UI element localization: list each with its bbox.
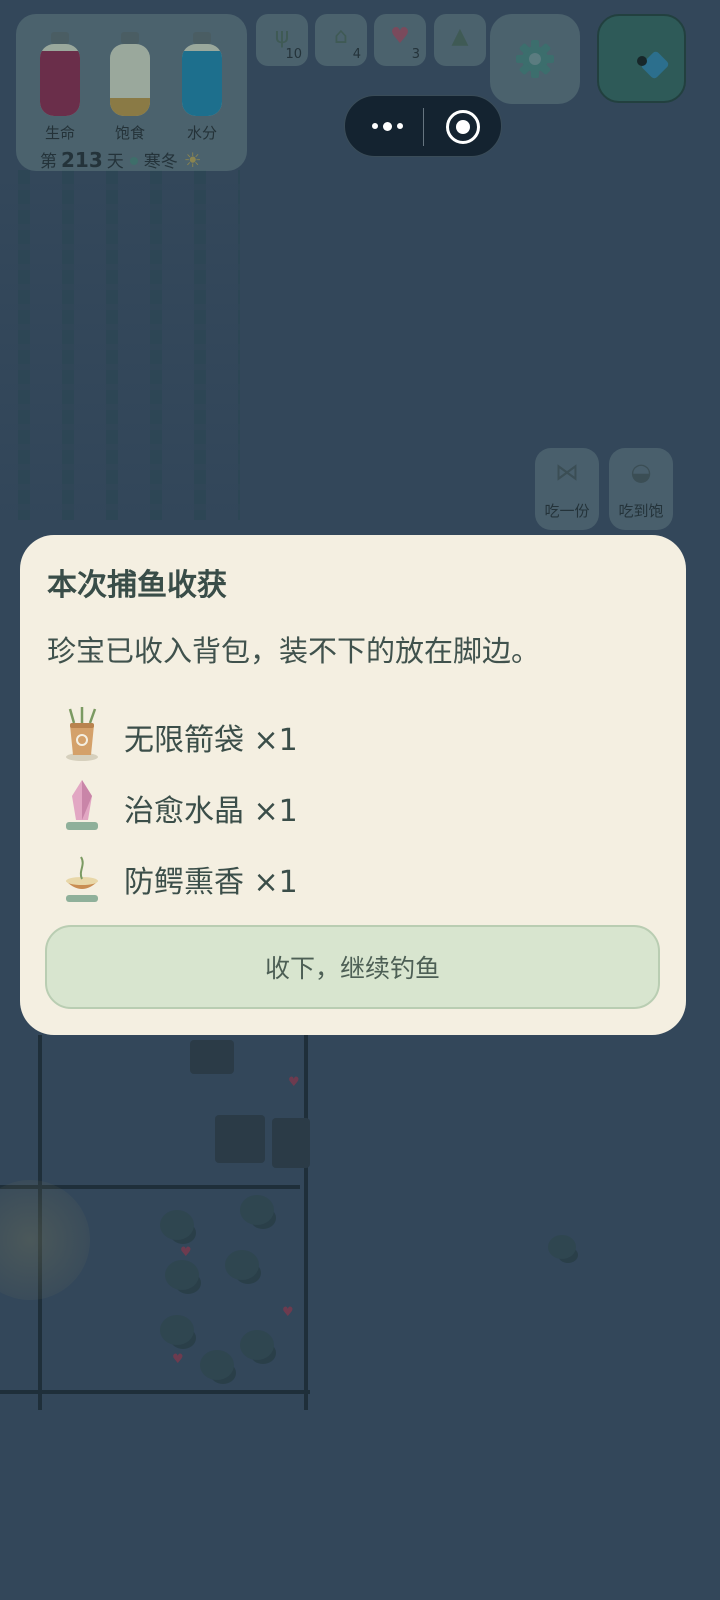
life-label: 生命 [44,124,75,142]
hut-resource-button[interactable]: ⌂ 4 [315,14,367,66]
season-dot-icon [129,157,138,165]
accept-continue-fishing-button[interactable]: 收下，继续钓鱼 [45,925,660,1009]
close-miniprogram-icon[interactable] [446,110,480,144]
eat-one-label: 吃一份 [544,502,590,520]
quiver-icon [58,705,106,765]
life-bottle-icon [38,32,82,118]
day-suffix: 天 [106,152,124,172]
pot-icon: ◒ [630,458,652,486]
hut-icon: ⌂ [334,24,348,49]
eat-one-button[interactable]: ⋈ 吃一份 [535,448,599,530]
eat-full-button[interactable]: ◒ 吃到饱 [609,448,673,530]
fishing-reward-dialog: 本次捕鱼收获 珍宝已收入背包，装不下的放在脚边。 无限箭袋 ×1 治愈水晶 ×1 [20,535,686,1035]
bush [165,1260,199,1290]
settings-button[interactable] [490,14,580,104]
minimap[interactable] [597,14,686,103]
stone-block [272,1118,310,1168]
heal-resource-button[interactable]: ♥ 3 [374,14,426,66]
gear-icon [490,14,580,104]
heart-icon: ♥ [288,1075,300,1090]
more-menu-icon[interactable] [367,110,407,142]
resource-count: 10 [285,47,302,62]
miniprogram-capsule [344,95,502,157]
crop-field [0,170,240,520]
sun-icon: ☀ [183,148,202,172]
minimap-player-marker [637,56,647,66]
water-label: 水分 [186,124,217,142]
bush [240,1195,274,1225]
dialog-title: 本次捕鱼收获 [47,568,227,603]
water-bottle-icon [180,32,224,118]
bush [160,1210,194,1240]
stone-block [190,1040,234,1074]
bush [200,1350,234,1380]
status-panel: 生命 饱食 水分 第 213 天寒冬 ☀ [16,14,247,172]
fish-icon: ⋈ [555,458,579,486]
reward-item-name: 无限箭袋 ×1 [124,723,298,758]
resource-count: 3 [411,47,420,62]
heart-icon: ♥ [282,1305,294,1320]
altar-icon: ▲ [451,24,469,49]
heart-icon: ♥ [172,1352,184,1367]
altar-resource-button[interactable]: ▲ [434,14,486,66]
day-number: 213 [61,148,103,172]
fence-rail [0,1390,310,1394]
hunger-bottle-icon [108,32,152,118]
resource-count: 4 [352,47,361,62]
bush [240,1330,274,1360]
sprout-resource-button[interactable]: ψ 10 [256,14,308,66]
reward-item-name: 防鳄熏香 ×1 [124,865,298,900]
dialog-message: 珍宝已收入背包，装不下的放在脚边。 [47,634,541,668]
heart-icon: ♥ [180,1245,192,1260]
day-counter: 第 213 天寒冬 ☀ [40,147,202,172]
hunger-label: 饱食 [114,124,145,142]
bush [548,1235,576,1259]
sprout-icon: ψ [274,24,290,49]
reward-item: 无限箭袋 ×1 [58,705,458,765]
fence-post [304,1035,308,1410]
reward-item-name: 治愈水晶 ×1 [124,794,298,829]
stone-block [215,1115,265,1163]
heart-plus-icon: ♥ [390,24,410,49]
crystal-icon [58,776,106,836]
reward-item: 防鳄熏香 ×1 [58,847,458,907]
bush [160,1315,194,1345]
incense-icon [58,847,106,907]
eat-full-label: 吃到饱 [618,502,664,520]
lamp-glow [0,1180,90,1300]
season-label: 寒冬 [143,152,178,172]
capsule-divider [423,108,424,146]
reward-item: 治愈水晶 ×1 [58,776,458,836]
day-prefix: 第 [40,152,57,172]
bush [225,1250,259,1280]
